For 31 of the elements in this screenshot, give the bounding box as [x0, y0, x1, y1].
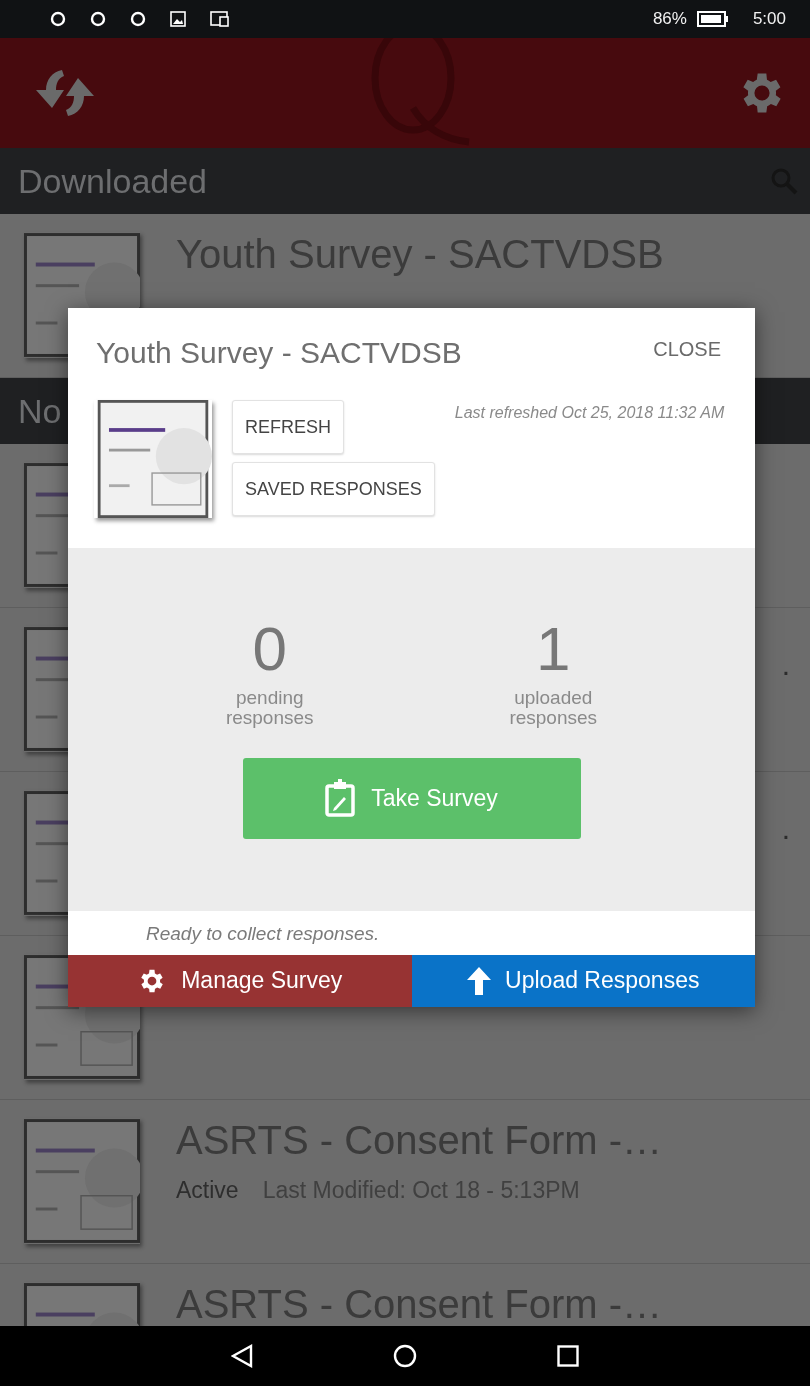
- recents-icon[interactable]: [557, 1345, 579, 1367]
- manage-survey-button[interactable]: Manage Survey: [68, 954, 412, 1007]
- last-refreshed-text: Last refreshed Oct 25, 2018 11:32 AM: [454, 404, 725, 423]
- stat-count: 1: [536, 618, 571, 680]
- battery-percentage: 86%: [652, 9, 687, 29]
- devices-icon: [210, 11, 230, 27]
- battery-icon: [696, 11, 729, 27]
- stat-label: uploaded responses: [508, 688, 599, 728]
- dialog-button[interactable]: REFRESH: [232, 400, 344, 454]
- upload-responses-button[interactable]: Upload Responses: [411, 954, 755, 1007]
- clipboard-icon: [325, 779, 356, 818]
- upload-arrow-icon: [467, 966, 492, 995]
- stat-count: 0: [252, 618, 287, 680]
- close-button[interactable]: CLOSE: [653, 336, 721, 362]
- notification-circle-icon: [90, 11, 106, 27]
- back-icon[interactable]: [231, 1344, 253, 1368]
- image-icon: [170, 11, 186, 27]
- survey-status: Active: [176, 1177, 239, 1204]
- survey-title: .: [781, 812, 790, 846]
- notification-circle-icon: [130, 11, 146, 27]
- section-title: No: [18, 391, 62, 431]
- clock-time: 5:00: [752, 9, 786, 29]
- section-title: Downloaded: [18, 161, 208, 201]
- home-icon[interactable]: [393, 1344, 417, 1368]
- survey-title: .: [781, 648, 790, 682]
- dialog-title: Youth Survey - SACTVDSB: [96, 336, 462, 370]
- stat-label: pending responses: [224, 688, 315, 728]
- notification-circle-icon: [50, 11, 66, 27]
- dialog-button[interactable]: SAVED RESPONSES: [232, 462, 435, 516]
- sync-arrows-icon[interactable]: [34, 68, 96, 118]
- status-message: Ready to collect responses.: [145, 921, 381, 946]
